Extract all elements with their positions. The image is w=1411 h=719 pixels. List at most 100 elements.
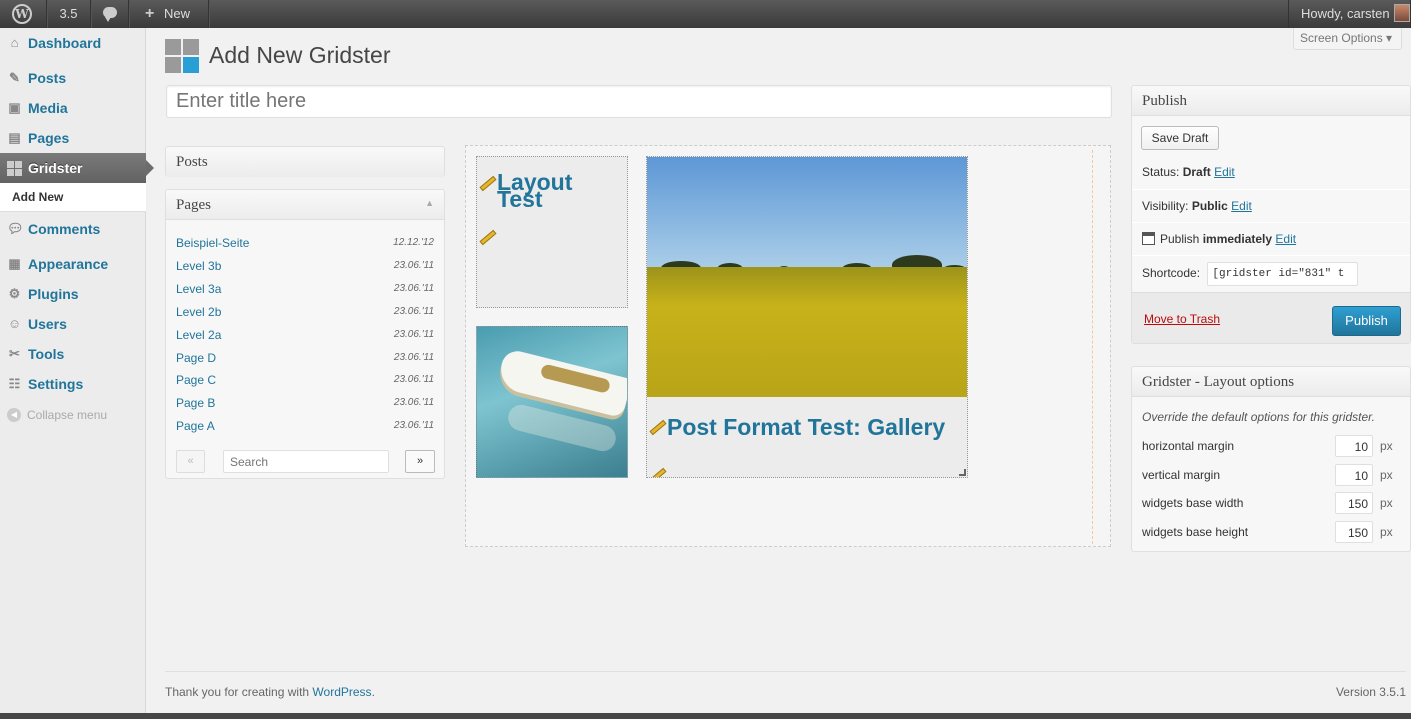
page-title-link[interactable]: Page C bbox=[176, 370, 216, 390]
gridster-canvas[interactable]: Layout Test Post Format Test: Gallery bbox=[465, 145, 1111, 547]
pin-icon: ✎ bbox=[9, 70, 20, 85]
option-value-input[interactable]: 150 bbox=[1335, 492, 1373, 514]
shortcode-label: Shortcode: bbox=[1142, 266, 1201, 280]
option-value-input[interactable]: 10 bbox=[1335, 464, 1373, 486]
option-horizontal-margin: horizontal margin 10 px bbox=[1142, 435, 1402, 457]
sidebar-item-plugins[interactable]: ⚙ Plugins bbox=[0, 279, 146, 309]
visibility-row: Visibility: Public Edit bbox=[1132, 189, 1410, 223]
sidebar-item-posts[interactable]: ✎ Posts bbox=[0, 63, 146, 93]
comments-menu[interactable] bbox=[91, 0, 129, 28]
page-date: 23.06.'11 bbox=[393, 328, 434, 340]
page-title-link[interactable]: Level 3b bbox=[176, 256, 221, 276]
sidebar-item-media[interactable]: ▣ Media bbox=[0, 93, 146, 123]
posts-box-title[interactable]: Posts bbox=[166, 147, 444, 177]
appearance-icon: ▦ bbox=[8, 256, 21, 271]
visibility-value: Public bbox=[1191, 199, 1228, 213]
pages-list-item[interactable]: Level 2b 23.06.'11 bbox=[176, 302, 434, 322]
pencil-icon[interactable] bbox=[649, 419, 667, 436]
footer: Thank you for creating with WordPress. V… bbox=[165, 671, 1406, 699]
footer-version: Version 3.5.1 bbox=[1335, 685, 1406, 699]
widget-title: Post Format Test: Gallery bbox=[667, 414, 946, 440]
collapse-toggle-icon[interactable]: ▲ bbox=[425, 198, 434, 208]
prev-page-button[interactable]: « bbox=[176, 450, 205, 473]
resize-handle[interactable] bbox=[959, 469, 966, 476]
option-value-input[interactable]: 10 bbox=[1335, 435, 1373, 457]
canola-field-image bbox=[647, 267, 967, 397]
page-title-link[interactable]: Level 3a bbox=[176, 279, 221, 299]
sidebar-item-label: Plugins bbox=[28, 286, 79, 302]
comment-bubble-icon bbox=[103, 7, 117, 22]
layout-options-title[interactable]: Gridster - Layout options bbox=[1132, 367, 1410, 397]
sidebar-item-users[interactable]: ☺ Users bbox=[0, 309, 146, 339]
pencil-icon[interactable] bbox=[479, 175, 497, 192]
page-date: 23.06.'11 bbox=[393, 420, 434, 432]
option-unit: px bbox=[1380, 496, 1393, 510]
sidebar-item-pages[interactable]: ▤ Pages bbox=[0, 123, 146, 153]
collapse-menu-button[interactable]: ◀ Collapse menu bbox=[7, 408, 107, 422]
pages-box-title[interactable]: Pages bbox=[166, 190, 444, 220]
save-draft-button[interactable]: Save Draft bbox=[1141, 126, 1219, 150]
sidebar-item-gridster[interactable]: Gridster bbox=[0, 153, 154, 183]
next-page-button[interactable]: » bbox=[405, 450, 435, 473]
publish-box-title[interactable]: Publish bbox=[1132, 86, 1410, 116]
visibility-label: Visibility: bbox=[1142, 199, 1189, 213]
updates-version[interactable]: 3.5 bbox=[47, 0, 91, 28]
calendar-icon bbox=[1142, 232, 1155, 245]
my-account-menu[interactable]: Howdy, carsten bbox=[1288, 0, 1411, 28]
sidebar-item-comments[interactable]: 💬︎ Comments bbox=[0, 214, 146, 244]
status-label: Status: bbox=[1142, 165, 1180, 179]
posts-box: Posts bbox=[165, 146, 445, 177]
status-row: Status: Draft Edit bbox=[1132, 156, 1410, 190]
collapse-arrow-icon: ◀ bbox=[7, 408, 21, 422]
admin-sidebar: ⌂ Dashboard ✎ Posts ▣ Media ▤ Pages Grid… bbox=[0, 28, 154, 713]
pencil-icon[interactable] bbox=[479, 229, 497, 246]
pages-list-item[interactable]: Page D 23.06.'11 bbox=[176, 348, 434, 368]
sidebar-item-settings[interactable]: ☷ Settings bbox=[0, 369, 146, 399]
page-title-link[interactable]: Level 2a bbox=[176, 325, 221, 345]
pages-list-item[interactable]: Level 3a 23.06.'11 bbox=[176, 279, 434, 299]
sidebar-item-appearance[interactable]: ▦ Appearance bbox=[0, 249, 146, 279]
pages-search-input[interactable] bbox=[223, 450, 389, 473]
new-content-menu[interactable]: + New bbox=[129, 0, 209, 28]
option-widgets-base-height: widgets base height 150 px bbox=[1142, 521, 1402, 543]
pages-list-item[interactable]: Page C 23.06.'11 bbox=[176, 370, 434, 390]
pencil-icon[interactable] bbox=[649, 467, 667, 477]
grid-widget-boat-image[interactable] bbox=[476, 326, 628, 478]
pages-list-item[interactable]: Level 3b 23.06.'11 bbox=[176, 256, 434, 276]
page-title-link[interactable]: Page D bbox=[176, 348, 216, 368]
gridster-page-icon bbox=[165, 39, 199, 73]
media-icon: ▣ bbox=[8, 100, 21, 115]
pages-list-item[interactable]: Beispiel-Seite 12.12.'12 bbox=[176, 233, 434, 253]
grid-widget-layout-test[interactable]: Layout Test bbox=[476, 156, 628, 308]
publish-button[interactable]: Publish bbox=[1332, 306, 1401, 336]
sidebar-item-tools[interactable]: ✂ Tools bbox=[0, 339, 146, 369]
move-to-trash-link[interactable]: Move to Trash bbox=[1144, 312, 1220, 326]
sidebar-item-label: Appearance bbox=[28, 256, 109, 272]
shortcode-field[interactable]: [gridster id="831" t bbox=[1207, 261, 1359, 286]
page-title-link[interactable]: Level 2b bbox=[176, 302, 221, 322]
page-title-link[interactable]: Beispiel-Seite bbox=[176, 233, 249, 253]
sidebar-item-dashboard[interactable]: ⌂ Dashboard bbox=[0, 28, 146, 58]
pages-list-item[interactable]: Page B 23.06.'11 bbox=[176, 393, 434, 413]
page-title-link[interactable]: Page B bbox=[176, 393, 215, 413]
option-label: vertical margin bbox=[1142, 468, 1221, 482]
option-vertical-margin: vertical margin 10 px bbox=[1142, 464, 1402, 486]
page-title-link[interactable]: Page A bbox=[176, 416, 215, 436]
page-date: 23.06.'11 bbox=[393, 305, 434, 317]
option-value-input[interactable]: 150 bbox=[1335, 521, 1373, 543]
grid-widget-gallery[interactable]: Post Format Test: Gallery bbox=[646, 156, 968, 478]
wordpress-logo-menu[interactable]: W bbox=[0, 0, 47, 28]
pages-list-item[interactable]: Page A 23.06.'11 bbox=[176, 416, 434, 436]
sidebar-item-label: Pages bbox=[28, 130, 70, 146]
pages-list-item[interactable]: Level 2a 23.06.'11 bbox=[176, 325, 434, 345]
edit-date-link[interactable]: Edit bbox=[1275, 232, 1296, 246]
plus-icon: + bbox=[145, 5, 155, 22]
wordpress-link[interactable]: WordPress bbox=[312, 685, 371, 699]
bottom-edge bbox=[0, 713, 1411, 719]
page-date: 23.06.'11 bbox=[393, 374, 434, 386]
edit-visibility-link[interactable]: Edit bbox=[1231, 199, 1252, 213]
title-input[interactable] bbox=[166, 85, 1112, 118]
submenu-add-new[interactable]: Add New bbox=[0, 183, 146, 212]
screen-options-button[interactable]: Screen Options ▾ bbox=[1293, 28, 1402, 50]
edit-status-link[interactable]: Edit bbox=[1214, 165, 1235, 179]
